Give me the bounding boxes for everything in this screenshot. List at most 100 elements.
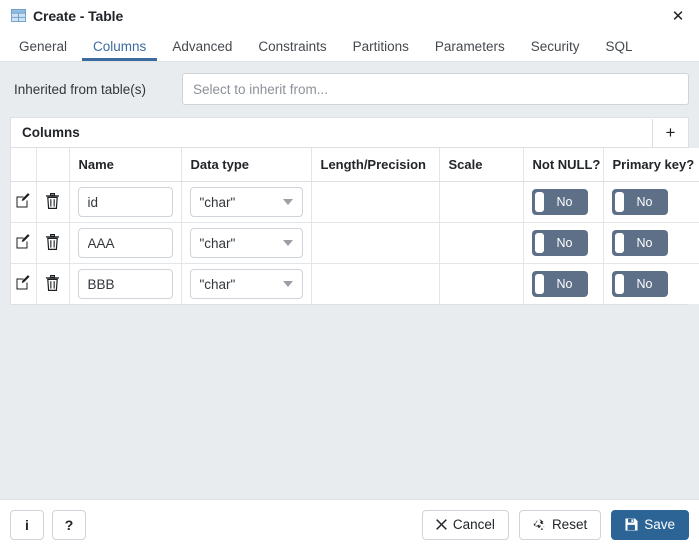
column-name-input[interactable] bbox=[77, 228, 173, 258]
recycle-icon bbox=[533, 518, 546, 531]
tab-label: General bbox=[19, 38, 68, 54]
primary-key-cell: No bbox=[603, 181, 699, 223]
tab-security[interactable]: Security bbox=[518, 31, 593, 61]
header-edit bbox=[11, 148, 37, 182]
table-icon bbox=[11, 9, 26, 22]
not-null-toggle[interactable]: No bbox=[531, 189, 588, 215]
data-type-cell: "char" bbox=[181, 263, 312, 304]
delete-cell bbox=[36, 222, 70, 264]
header-not-null: Not NULL? bbox=[523, 148, 604, 182]
toggle-label: No bbox=[636, 195, 653, 209]
tab-label: Partitions bbox=[352, 38, 409, 54]
columns-panel: Columns + Name Data type Length/Precisio… bbox=[10, 117, 699, 305]
save-button[interactable]: Save bbox=[611, 509, 689, 540]
table-header-row: Name Data type Length/Precision Scale No… bbox=[11, 148, 699, 182]
table-row: "char" No bbox=[11, 181, 699, 223]
edit-icon[interactable] bbox=[14, 192, 32, 210]
tab-label: Parameters bbox=[434, 38, 505, 54]
primary-key-toggle[interactable]: No bbox=[611, 189, 668, 215]
not-null-cell: No bbox=[523, 181, 604, 223]
name-cell bbox=[69, 181, 182, 223]
primary-key-cell: No bbox=[603, 263, 699, 304]
toggle-knob bbox=[534, 192, 544, 212]
toggle-label: No bbox=[556, 277, 573, 291]
column-name-input[interactable] bbox=[77, 187, 173, 217]
header-scale: Scale bbox=[439, 148, 524, 182]
inherited-from-label: Inherited from table(s) bbox=[14, 81, 147, 97]
header-primary-key: Primary key? bbox=[603, 148, 699, 182]
tab-partitions[interactable]: Partitions bbox=[340, 31, 422, 61]
header-name: Name bbox=[69, 148, 182, 182]
save-disk-icon bbox=[625, 518, 638, 531]
columns-panel-title: Columns bbox=[22, 125, 80, 140]
dialog-title: Create - Table bbox=[33, 7, 124, 24]
tab-label: SQL bbox=[605, 38, 633, 54]
not-null-cell: No bbox=[523, 222, 604, 264]
data-type-value: "char" bbox=[199, 194, 236, 210]
tab-parameters[interactable]: Parameters bbox=[422, 31, 518, 61]
inherited-from-placeholder: Select to inherit from... bbox=[193, 81, 329, 97]
header-length-precision: Length/Precision bbox=[311, 148, 440, 182]
tab-constraints[interactable]: Constraints bbox=[245, 31, 339, 61]
plus-icon[interactable]: + bbox=[652, 118, 688, 147]
cancel-button[interactable]: Cancel bbox=[421, 509, 509, 540]
edit-cell bbox=[11, 222, 37, 264]
toggle-knob bbox=[534, 233, 544, 253]
toggle-label: No bbox=[636, 236, 653, 250]
name-cell bbox=[69, 222, 182, 264]
scale-cell[interactable] bbox=[439, 263, 524, 304]
tab-sql[interactable]: SQL bbox=[592, 31, 645, 61]
chevron-down-icon bbox=[282, 281, 293, 287]
tab-advanced[interactable]: Advanced bbox=[159, 31, 245, 61]
save-label: Save bbox=[644, 517, 675, 532]
toggle-knob bbox=[534, 274, 544, 294]
toggle-knob bbox=[614, 192, 624, 212]
toggle-knob bbox=[614, 233, 624, 253]
edit-icon[interactable] bbox=[14, 233, 32, 251]
trash-icon[interactable] bbox=[44, 233, 62, 251]
delete-cell bbox=[36, 263, 70, 304]
create-table-dialog: Create - Table ✕ General Columns Advance… bbox=[0, 0, 699, 549]
dialog-footer: i ? Cancel Reset Save bbox=[0, 499, 699, 549]
tab-general[interactable]: General bbox=[6, 31, 80, 61]
data-type-select[interactable]: "char" bbox=[189, 187, 303, 217]
data-type-value: "char" bbox=[199, 276, 236, 292]
cancel-label: Cancel bbox=[452, 517, 495, 532]
tab-label: Security bbox=[530, 38, 580, 54]
data-type-select[interactable]: "char" bbox=[189, 228, 303, 258]
trash-icon[interactable] bbox=[44, 274, 62, 292]
info-button[interactable]: i bbox=[10, 509, 44, 540]
edit-icon[interactable] bbox=[14, 274, 32, 292]
table-row: "char" No bbox=[11, 222, 699, 264]
length-precision-cell[interactable] bbox=[311, 222, 440, 264]
close-icon bbox=[436, 519, 447, 530]
toggle-label: No bbox=[556, 195, 573, 209]
not-null-toggle[interactable]: No bbox=[531, 230, 588, 256]
length-precision-cell[interactable] bbox=[311, 263, 440, 304]
tab-columns[interactable]: Columns bbox=[80, 31, 159, 61]
toggle-knob bbox=[614, 274, 624, 294]
data-type-cell: "char" bbox=[181, 181, 312, 223]
chevron-down-icon bbox=[282, 240, 293, 246]
tab-label: Advanced bbox=[172, 38, 233, 54]
reset-button[interactable]: Reset bbox=[518, 509, 602, 540]
scale-cell[interactable] bbox=[439, 181, 524, 223]
columns-panel-header: Columns + bbox=[11, 118, 688, 148]
inherited-from-input[interactable]: Select to inherit from... bbox=[182, 73, 689, 105]
scale-cell[interactable] bbox=[439, 222, 524, 264]
tab-label: Columns bbox=[93, 38, 147, 54]
header-delete bbox=[36, 148, 70, 182]
primary-key-toggle[interactable]: No bbox=[611, 230, 668, 256]
primary-key-toggle[interactable]: No bbox=[611, 271, 668, 297]
not-null-toggle[interactable]: No bbox=[531, 271, 588, 297]
data-type-select[interactable]: "char" bbox=[189, 269, 303, 299]
help-button[interactable]: ? bbox=[52, 509, 86, 540]
data-type-value: "char" bbox=[199, 235, 236, 251]
column-name-input[interactable] bbox=[77, 269, 173, 299]
toggle-label: No bbox=[556, 236, 573, 250]
close-icon[interactable]: ✕ bbox=[657, 0, 699, 31]
length-precision-cell[interactable] bbox=[311, 181, 440, 223]
tab-bar: General Columns Advanced Constraints Par… bbox=[0, 31, 699, 62]
trash-icon[interactable] bbox=[44, 192, 62, 210]
table-row: "char" No bbox=[11, 263, 699, 304]
